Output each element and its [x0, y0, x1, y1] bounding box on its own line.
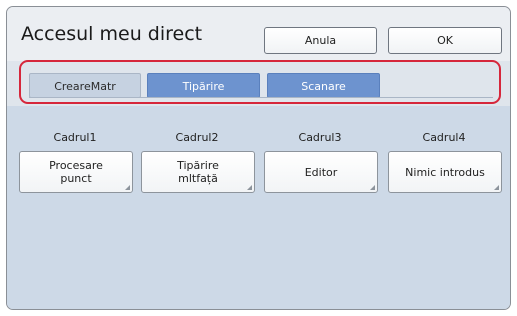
frame3-label: Cadrul3: [298, 131, 342, 144]
frame2-button-label: Tipărire mltfață: [177, 159, 219, 185]
frame4-button[interactable]: Nimic introdus: [388, 151, 502, 193]
frame1-label: Cadrul1: [53, 131, 97, 144]
corner-indicator-icon: [494, 185, 499, 190]
tab-bar-highlight: CreareMatr Tipărire Scanare: [19, 60, 501, 104]
frame2-label: Cadrul2: [175, 131, 219, 144]
tab-underline: [29, 97, 493, 98]
corner-indicator-icon: [247, 185, 252, 190]
tab-crearematr[interactable]: CreareMatr: [29, 73, 141, 98]
ok-button[interactable]: OK: [388, 27, 502, 54]
cancel-button[interactable]: Anula: [264, 27, 377, 54]
corner-indicator-icon: [125, 185, 130, 190]
frame4-label: Cadrul4: [422, 131, 466, 144]
frame3-button[interactable]: Editor: [264, 151, 378, 193]
frame4-button-label: Nimic introdus: [405, 165, 485, 179]
frame3-button-label: Editor: [304, 165, 338, 179]
frame1-button-label: Procesare punct: [49, 159, 103, 185]
corner-indicator-icon: [370, 185, 375, 190]
frames-area: Cadrul1 Cadrul2 Cadrul3 Cadrul4 Procesar…: [7, 106, 510, 309]
direct-access-dialog: Accesul meu direct Anula OK CreareMatr T…: [6, 6, 511, 310]
tab-tiparire[interactable]: Tipărire: [147, 73, 260, 98]
frame2-button[interactable]: Tipărire mltfață: [141, 151, 255, 193]
dialog-title: Accesul meu direct: [21, 23, 203, 45]
frame1-button[interactable]: Procesare punct: [19, 151, 133, 193]
dialog-header: Accesul meu direct Anula OK: [7, 7, 510, 61]
tab-scanare[interactable]: Scanare: [267, 73, 380, 98]
